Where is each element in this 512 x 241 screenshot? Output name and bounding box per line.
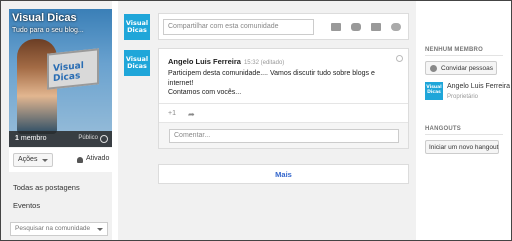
community-search[interactable] [10,222,108,236]
members-heading: NENHUM MEMBRO [425,47,483,53]
add-person-icon [430,65,437,72]
event-icon[interactable] [371,23,381,31]
hangouts-divider [425,134,503,135]
community-cover: Visual Dicas Visual Dicas Tudo para o se… [9,9,112,147]
laptop-logo-text: Visual Dicas [53,60,84,85]
member-count-number: 1 [15,135,19,142]
avatar[interactable]: Visual Dicas [124,50,150,76]
community-search-input[interactable] [15,225,93,232]
comment-input[interactable]: Comentar... [169,129,399,143]
community-actions-row: Ações Ativado [9,148,112,172]
post-body: Participem desta comunidade.... Vamos di… [168,70,375,87]
avatar[interactable]: Visual Dicas [124,14,150,40]
nav-item-events[interactable]: Eventos [13,201,40,210]
post-card: Angelo Luis Ferreira 15:32 (editado) Part… [158,48,409,149]
share-box: Compartilhar com esta comunidade [158,13,409,40]
post-author[interactable]: Angelo Luis Ferreira 15:32 (editado) [168,57,284,66]
avatar-text-line2: Dicas [127,61,147,70]
post-menu-icon[interactable] [396,55,403,62]
globe-icon [100,135,108,143]
link-icon[interactable] [391,23,401,31]
bell-icon [77,157,83,163]
post-timestamp[interactable]: 15:32 (editado) [244,60,284,66]
nav-item-all-posts[interactable]: Todas as postagens [13,183,80,192]
more-button[interactable]: Mais [158,164,409,184]
right-column [420,1,511,240]
actions-dropdown[interactable]: Ações [13,153,53,167]
plus-one-button[interactable]: +1 [168,110,176,117]
comment-area: Comentar... [159,122,408,148]
post-author-name[interactable]: Angelo Luis Ferreira [168,57,241,66]
start-hangout-button[interactable]: Iniciar um novo hangout [425,140,499,154]
share-input[interactable]: Compartilhar com esta comunidade [163,19,314,35]
avatar[interactable]: Visual Dicas [425,82,443,100]
notifications-toggle[interactable]: Ativado [86,155,109,162]
community-title: Visual Dicas [12,12,77,24]
avatar-text-line2: Dicas [127,25,147,34]
camera-icon[interactable] [331,23,341,31]
video-icon[interactable] [351,23,361,31]
actions-label: Ações [18,156,38,163]
invite-people-label: Convidar pessoas [441,65,494,72]
post-body-second-line: Contamos com vocês... [168,89,242,96]
members-divider [425,55,503,56]
post-divider [159,103,408,104]
cover-info-bar: 1 membro Público [9,131,112,147]
member-count[interactable]: 1 membro [15,135,47,142]
member-name[interactable]: Angelo Luis Ferreira [447,83,510,90]
share-arrow-icon[interactable]: ➦ [188,110,195,119]
member-role: Proprietário [447,94,479,100]
community-tagline: Tudo para o seu blog... [12,27,84,34]
invite-people-button[interactable]: Convidar pessoas [425,61,497,75]
chevron-down-icon[interactable] [97,228,103,231]
visibility-label: Público [78,135,98,141]
hangouts-heading: HANGOUTS [425,126,461,132]
avatar-text-line2: Dicas [427,89,441,95]
cover-laptop-image: Visual Dicas [47,48,99,90]
chevron-down-icon [42,159,48,162]
member-count-label: membro [20,135,47,142]
